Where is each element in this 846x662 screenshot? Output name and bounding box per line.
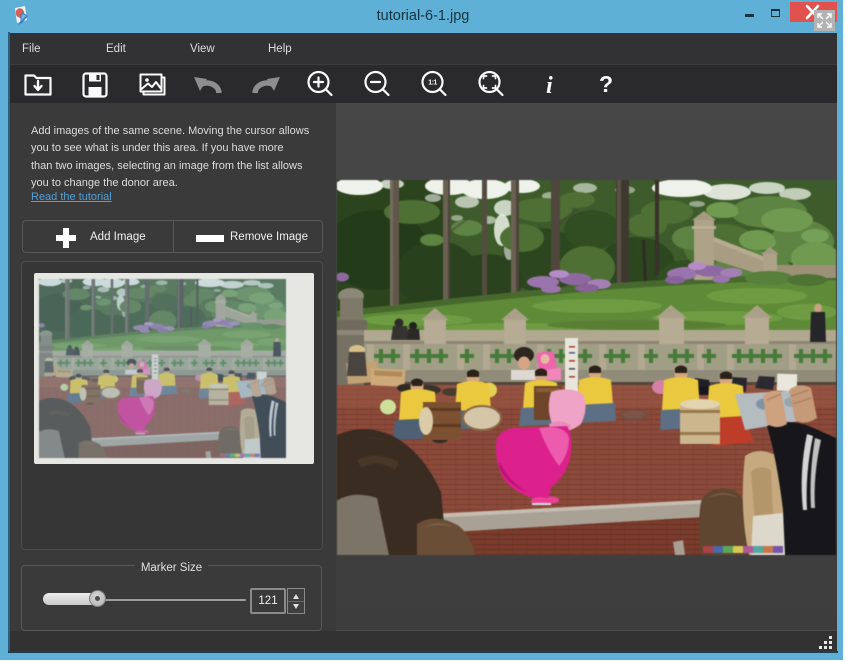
svg-text:1:1: 1:1	[428, 80, 437, 87]
svg-text:i: i	[546, 73, 553, 99]
svg-text:?: ?	[599, 71, 613, 97]
